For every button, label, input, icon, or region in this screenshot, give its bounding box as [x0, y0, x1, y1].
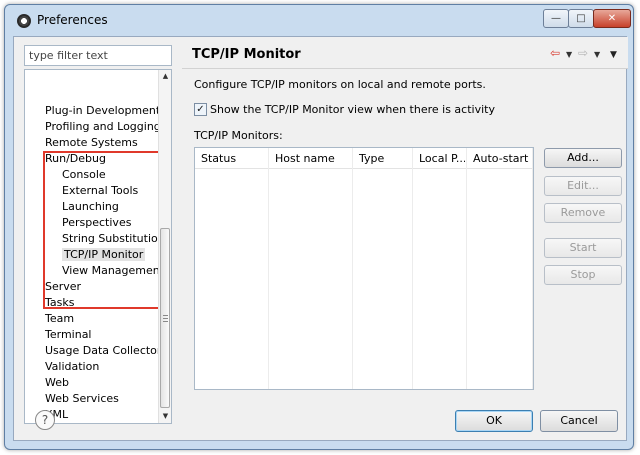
title-bar[interactable]: Preferences — □ ✕	[5, 5, 633, 35]
scroll-down-icon[interactable]: ▼	[161, 412, 170, 421]
column-divider	[412, 148, 413, 389]
preference-page: TCP/IP Monitor ⇦ ▼ ⇨ ▼ ▼ Configure TCP/I…	[182, 37, 628, 424]
column-divider	[532, 148, 533, 389]
start-button[interactable]: Start	[544, 238, 622, 258]
tree-item-label: Usage Data Collector	[45, 344, 162, 357]
filter-input[interactable]: type filter text	[24, 45, 172, 66]
tree-scrollbar[interactable]: ▲ ▼	[158, 70, 171, 423]
show-view-checkbox-label[interactable]: Show the TCP/IP Monitor view when there …	[210, 103, 495, 116]
page-title: TCP/IP Monitor	[192, 47, 301, 62]
run-debug-highlight	[43, 151, 166, 309]
column-divider	[466, 148, 467, 389]
eclipse-app-icon	[17, 14, 31, 28]
column-header-type[interactable]: Type	[353, 148, 411, 169]
close-button[interactable]: ✕	[593, 9, 631, 28]
scroll-up-icon[interactable]: ▲	[161, 72, 170, 81]
remove-button[interactable]: Remove	[544, 203, 622, 223]
monitors-table-header: Status Host name Type Local P... Auto-st…	[195, 148, 533, 169]
tree-item[interactable]: Usage Data Collector	[45, 343, 161, 359]
tree-item[interactable]: Terminal	[45, 327, 92, 343]
page-header: TCP/IP Monitor ⇦ ▼ ⇨ ▼ ▼	[182, 37, 628, 69]
view-menu-icon[interactable]: ▼	[610, 49, 617, 61]
tree-item[interactable]: Plug-in Development	[45, 103, 160, 119]
back-arrow-icon[interactable]: ⇦	[550, 47, 560, 59]
column-divider	[268, 148, 269, 389]
monitors-table[interactable]: Status Host name Type Local P... Auto-st…	[194, 147, 534, 390]
tree-item[interactable]: Validation	[45, 359, 99, 375]
tree-item[interactable]: Profiling and Logging	[45, 119, 161, 135]
page-description: Configure TCP/IP monitors on local and r…	[194, 78, 486, 91]
stop-button[interactable]: Stop	[544, 265, 622, 285]
window-title: Preferences	[37, 13, 108, 27]
add-button[interactable]: Add...	[544, 148, 622, 168]
edit-button[interactable]: Edit...	[544, 176, 622, 196]
show-view-checkbox[interactable]: ✓	[194, 103, 207, 116]
tree-item-label: Terminal	[45, 328, 92, 341]
scroll-thumb[interactable]	[160, 228, 170, 408]
help-icon[interactable]: ?	[35, 410, 55, 430]
column-header-host-name[interactable]: Host name	[269, 148, 351, 169]
tree-item-label: Web	[45, 376, 69, 389]
preferences-tree: Plug-in Development Profiling and Logging…	[24, 69, 172, 424]
tree-item-label: Team	[45, 312, 75, 325]
forward-arrow-icon[interactable]: ⇨	[578, 47, 588, 59]
maximize-button[interactable]: □	[568, 9, 594, 28]
tree-item[interactable]: Remote Systems	[45, 135, 138, 151]
monitors-list-label: TCP/IP Monitors:	[194, 129, 283, 142]
column-header-status[interactable]: Status	[195, 148, 267, 169]
tree-item[interactable]: Web Services	[45, 391, 119, 407]
cancel-button[interactable]: Cancel	[540, 410, 618, 432]
tree-item[interactable]: Team	[45, 311, 74, 327]
minimize-button[interactable]: —	[543, 9, 569, 28]
tree-item-label: Remote Systems	[45, 136, 138, 149]
back-menu-chevron-icon[interactable]: ▼	[566, 49, 572, 61]
tree-item-label: Plug-in Development	[45, 104, 161, 117]
forward-menu-chevron-icon[interactable]: ▼	[594, 49, 600, 61]
column-header-auto-start[interactable]: Auto-start	[467, 148, 533, 169]
preferences-window: Preferences — □ ✕ type filter text Plug-…	[4, 4, 634, 450]
column-divider	[352, 148, 353, 389]
tree-item-label: Profiling and Logging	[45, 120, 161, 133]
ok-button[interactable]: OK	[455, 410, 533, 432]
column-header-local-port[interactable]: Local P...	[413, 148, 465, 169]
tree-item-label: Web Services	[45, 392, 119, 405]
tree-item-label: Validation	[45, 360, 100, 373]
tree-item[interactable]: Web	[45, 375, 69, 391]
dialog-body: type filter text Plug-in Development Prof…	[13, 36, 628, 441]
